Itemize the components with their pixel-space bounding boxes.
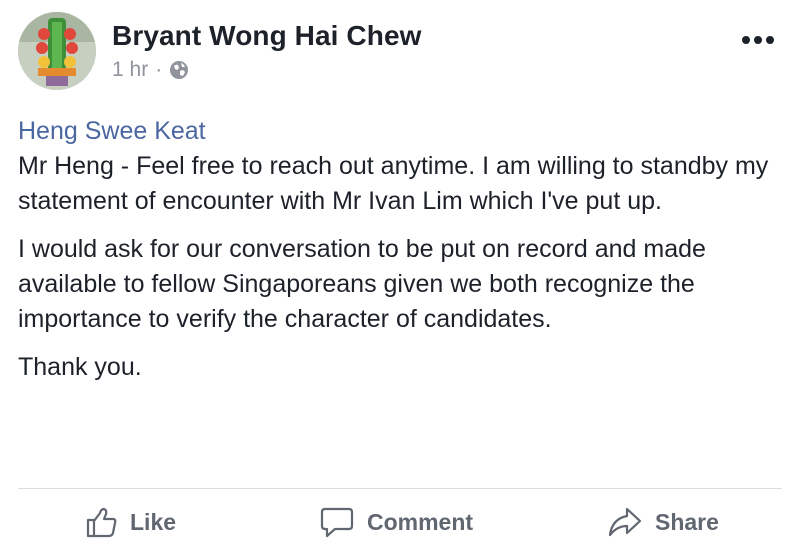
more-options-button[interactable] xyxy=(742,36,774,44)
share-arrow-icon xyxy=(607,505,643,539)
post-meta: 1 hr · xyxy=(112,58,189,82)
ellipsis-dot xyxy=(742,36,750,44)
comment-icon xyxy=(319,505,355,539)
author-avatar[interactable] xyxy=(18,12,96,90)
like-label: Like xyxy=(130,508,177,535)
ellipsis-dot xyxy=(754,36,762,44)
post-content: Heng Swee Keat Mr Heng - Feel free to re… xyxy=(18,114,778,398)
globe-icon[interactable] xyxy=(169,60,189,80)
thumbs-up-icon xyxy=(84,505,118,539)
mention-link[interactable]: Heng Swee Keat xyxy=(18,114,778,149)
post-paragraph: I would ask for our conversation to be p… xyxy=(18,235,706,333)
action-bar: Like Comment Share xyxy=(0,500,800,544)
meta-separator: · xyxy=(155,58,163,81)
comment-label: Comment xyxy=(367,508,474,535)
share-label: Share xyxy=(655,508,719,535)
author-name[interactable]: Bryant Wong Hai Chew xyxy=(112,20,422,52)
post-time[interactable]: 1 hr xyxy=(112,58,148,82)
post-paragraph: Mr Heng - Feel free to reach out anytime… xyxy=(18,152,769,215)
avatar-image xyxy=(18,12,96,90)
action-divider xyxy=(18,488,782,489)
post-paragraph: Thank you. xyxy=(18,353,142,381)
comment-button[interactable]: Comment xyxy=(319,500,473,544)
ellipsis-dot xyxy=(766,36,774,44)
like-button[interactable]: Like xyxy=(84,500,176,544)
share-button[interactable]: Share xyxy=(607,500,719,544)
